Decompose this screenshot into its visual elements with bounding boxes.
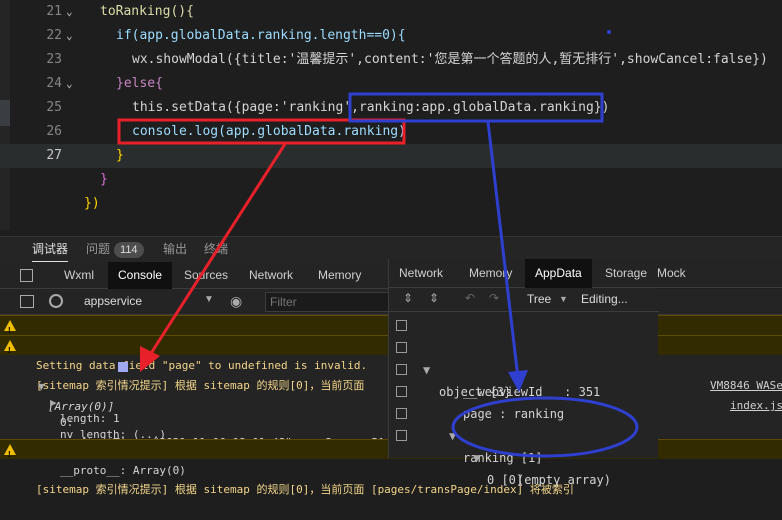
line-number: 22 (46, 28, 62, 43)
appdata-panel: Network Memory AppData Storage Mock ⇕ ⇕ … (388, 259, 782, 487)
tab-terminal[interactable]: 终端 (204, 237, 228, 263)
code-line-22[interactable]: 22 ⌄ if(app.globalData.ranking.length==0… (0, 24, 782, 48)
row-checkbox[interactable] (396, 364, 407, 375)
code-line-24[interactable]: 24 ⌄ }else{ (0, 72, 782, 96)
row-checkbox[interactable] (396, 386, 407, 397)
chevron-down-icon[interactable]: ▼ (204, 294, 214, 305)
tab-sources[interactable]: Sources (184, 262, 228, 289)
code-line-25[interactable]: 25 this.setData({page:'ranking',ranking:… (0, 96, 782, 120)
tree-row-object[interactable]: ▼ object {3} (389, 315, 659, 399)
collapse-all-icon[interactable]: ⇕ (429, 291, 439, 305)
code-text: } (116, 148, 124, 163)
chevron-down-icon[interactable]: ▼ (559, 294, 568, 304)
code-text: wx.showModal({title:'温馨提示',content:'您是第一… (132, 52, 768, 67)
tab-network[interactable]: Network (249, 262, 293, 289)
tree-label: (empty array) (517, 473, 611, 487)
tab-wxml[interactable]: Wxml (64, 262, 94, 289)
warning-icon (4, 444, 16, 465)
tree-row-page[interactable]: page : ranking (389, 359, 659, 421)
row-checkbox[interactable] (396, 430, 407, 441)
tab-memory[interactable]: Memory (318, 262, 361, 289)
line-number: 21 (46, 4, 62, 19)
code-line-29[interactable]: }) (0, 192, 782, 216)
code-line-26[interactable]: 26 console.log(app.globalData.ranking) (0, 120, 782, 144)
eye-icon[interactable]: ◉ (230, 293, 242, 310)
line-number: 25 (46, 100, 62, 115)
code-text: }else{ (116, 76, 163, 91)
tree-row-item-0[interactable]: ▼ 0 [0] (389, 403, 659, 487)
context-selector[interactable]: appservice (84, 294, 142, 308)
redo-icon[interactable]: ↷ (489, 291, 499, 305)
code-text: if(app.globalData.ranking.length==0){ (116, 28, 406, 43)
appdata-tab-bar: Network Memory AppData Storage Mock (389, 259, 782, 288)
tab-mock[interactable]: Mock (657, 259, 686, 288)
editing-label: Editing... (581, 292, 628, 306)
clear-console-icon[interactable] (49, 294, 63, 308)
code-text: } (100, 172, 108, 187)
issues-count-badge: 114 (114, 242, 144, 258)
fold-chevron-icon[interactable]: ⌄ (66, 24, 73, 48)
expand-triangle-icon[interactable]: ▼ (473, 447, 480, 469)
tab-network-2[interactable]: Network (399, 259, 443, 288)
appdata-toolbar: ⇕ ⇕ ↶ ↷ Tree ▼ Editing... (389, 288, 659, 312)
line-number: 27 (46, 148, 62, 163)
fold-chevron-icon[interactable]: ⌄ (66, 0, 73, 24)
code-text: toRanking(){ (100, 4, 194, 19)
filter-input[interactable] (265, 292, 405, 312)
tab-issues[interactable]: 问题 114 (86, 237, 144, 263)
inspect-element-icon[interactable] (20, 269, 33, 282)
code-text: console.log(app.globalData.ranking) (132, 124, 406, 139)
code-editor[interactable]: 21 ⌄ toRanking(){ 22 ⌄ if(app.globalData… (0, 0, 782, 230)
undo-icon[interactable]: ↶ (465, 291, 475, 305)
tab-appdata[interactable]: AppData (525, 259, 592, 288)
expand-all-icon[interactable]: ⇕ (403, 291, 413, 305)
fold-chevron-icon[interactable]: ⌄ (66, 72, 73, 96)
tree-row-webviewid[interactable]: __webviewId__ : 351 (389, 337, 659, 399)
tab-debugger[interactable]: 调试器 (32, 237, 69, 263)
sidebar-toggle-icon[interactable] (20, 295, 34, 308)
proto-text: __proto__: Array(0) (60, 464, 186, 477)
row-checkbox[interactable] (396, 342, 407, 353)
code-line-27[interactable]: 27 } (0, 144, 782, 168)
tree-row-ranking[interactable]: ▼ ranking [1] (389, 381, 659, 465)
code-line-23[interactable]: 23 wx.showModal({title:'温馨提示',content:'您… (0, 48, 782, 72)
tab-console[interactable]: Console (108, 262, 173, 289)
code-line-21[interactable]: 21 ⌄ toRanking(){ (0, 0, 782, 24)
tab-output[interactable]: 输出 (163, 237, 187, 263)
tab-issues-label: 问题 (86, 242, 111, 256)
code-line-28[interactable]: } (0, 168, 782, 192)
info-square-icon (118, 362, 128, 372)
line-number: 23 (46, 52, 62, 67)
row-checkbox[interactable] (396, 408, 407, 419)
view-mode-select[interactable]: Tree (527, 292, 551, 306)
code-text: }) (84, 196, 100, 211)
tree-row-empty[interactable]: (empty array) (389, 425, 659, 487)
warning-icon (4, 340, 16, 361)
tab-memory-2[interactable]: Memory (469, 259, 512, 288)
devtools-tab-bar: Wxml Console Sources Network Memory (0, 262, 390, 289)
line-number: 24 (46, 76, 62, 91)
tab-storage[interactable]: Storage (605, 259, 647, 288)
row-checkbox[interactable] (396, 320, 407, 331)
code-text: this.setData({page:'ranking',ranking:app… (132, 100, 610, 115)
warning-icon (4, 320, 16, 341)
line-number: 26 (46, 124, 62, 139)
